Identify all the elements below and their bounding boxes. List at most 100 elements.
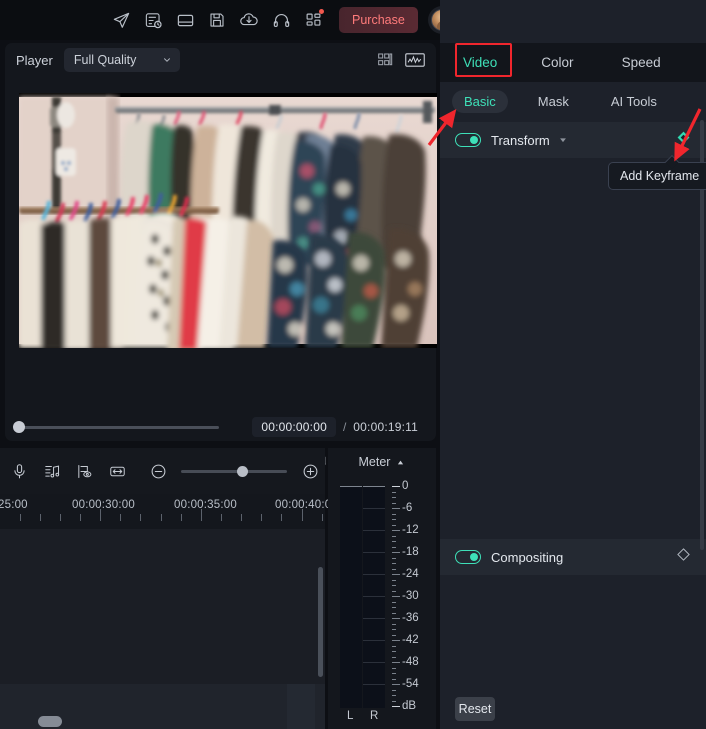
history-icon[interactable] [137, 4, 169, 36]
properties-panel: Video Color Speed Basic Mask AI Tools Tr… [440, 0, 706, 729]
current-timecode[interactable]: 00:00:00:00 [252, 417, 336, 437]
ruler-tick [120, 514, 121, 521]
send-icon[interactable] [105, 4, 137, 36]
ruler-tick [60, 514, 61, 521]
app-window: Purchase 4 Export [0, 0, 706, 729]
ruler-tick [140, 514, 141, 521]
playhead-slider[interactable] [13, 421, 219, 433]
transform-section-header: Transform [440, 122, 706, 158]
save-icon[interactable] [201, 4, 233, 36]
timeline-body: 25:00 00:00:30:00 00:00:35:00 00:00:40:0 [0, 494, 331, 729]
meter-scale-label: -6 [402, 502, 413, 514]
meter-bar-left [340, 486, 362, 708]
tab-speed[interactable]: Speed [622, 55, 661, 70]
add-keyframe-tooltip: Add Keyframe [608, 154, 706, 190]
apps-grid-icon[interactable] [297, 4, 329, 36]
ruler-tick [261, 514, 262, 521]
meter-scale-label: -18 [402, 546, 419, 558]
caret-up-icon[interactable] [396, 458, 405, 467]
subtab-basic[interactable]: Basic [452, 89, 508, 113]
compositing-keyframe-button[interactable] [676, 547, 691, 567]
headset-icon[interactable] [265, 4, 297, 36]
zoom-in-icon[interactable] [295, 456, 325, 486]
subtab-mask[interactable]: Mask [526, 90, 581, 113]
timeline-toolbar [0, 448, 325, 494]
compositing-title: Compositing [491, 549, 564, 565]
ruler-tick [161, 514, 162, 521]
reset-label: Reset [458, 702, 492, 716]
video-preview-stage[interactable] [19, 93, 437, 348]
meter-bar-right [363, 486, 385, 708]
layout-icon[interactable] [169, 4, 201, 36]
titlebar-icon-group [105, 4, 329, 36]
meter-scale-label: -54 [402, 678, 419, 690]
meter-scale-label: -48 [402, 656, 419, 668]
ruler-label: 00:00:30:00 [72, 499, 135, 511]
meter-header[interactable]: Meter [328, 448, 436, 476]
playhead-knob[interactable] [13, 421, 25, 433]
quality-select[interactable]: Full Quality [63, 48, 181, 72]
meter-scale-label: -42 [402, 634, 419, 646]
timeline-vertical-scrollbar[interactable] [318, 567, 323, 677]
zoom-out-icon[interactable] [143, 456, 173, 486]
purchase-label: Purchase [352, 13, 405, 27]
timecode-separator: / [342, 420, 347, 434]
timeline-zoom-slider[interactable] [181, 465, 287, 477]
tab-color[interactable]: Color [541, 55, 573, 70]
meter-scale-label: -12 [402, 524, 419, 536]
timeline-ruler[interactable]: 25:00 00:00:30:00 00:00:35:00 00:00:40:0 [0, 494, 331, 529]
transform-keyframe-button[interactable] [676, 130, 691, 150]
chevron-down-icon [164, 58, 171, 62]
player-header: Player Full Quality [5, 43, 436, 77]
grid-view-icon[interactable] [377, 52, 393, 68]
timeline-horizontal-scrollbar[interactable] [38, 716, 62, 727]
total-duration: 00:00:19:11 [353, 420, 418, 434]
main-tabs: Video Color Speed [440, 43, 706, 82]
ruler-label: 00:00:35:00 [174, 499, 237, 511]
chevron-down-icon[interactable] [558, 135, 568, 145]
scope-waveform-icon[interactable] [405, 51, 425, 69]
timeline-track-row[interactable] [0, 529, 325, 684]
compositing-toggle[interactable] [455, 550, 481, 564]
meter-scale-label: -36 [402, 612, 419, 624]
ruler-tick [40, 514, 41, 521]
ruler-tick [181, 514, 182, 521]
meter-scale-label: -30 [402, 590, 419, 602]
compositing-section-header: Compositing [440, 539, 706, 575]
meter-scale [392, 486, 400, 708]
meter-scale-label: -24 [402, 568, 419, 580]
ruler-tick-major [201, 509, 202, 521]
timeline-clip-segment[interactable] [287, 684, 315, 729]
ruler-tick [80, 514, 81, 521]
timeline-zoom-control [143, 456, 325, 486]
timeline-tracks[interactable] [0, 529, 325, 729]
purchase-button[interactable]: Purchase [339, 7, 418, 33]
ruler-label: 00:00:40:0 [275, 499, 332, 511]
meter-channel-label-left: L [347, 710, 354, 722]
ruler-tick-major [100, 509, 101, 521]
tooltip-text: Add Keyframe [620, 169, 700, 183]
timeline-zoom-knob[interactable] [237, 465, 248, 477]
audio-meter-panel: Meter 0 -6 -12 -18 -24 -30 -36 -42 -48 -… [328, 448, 436, 729]
transform-title: Transform [491, 132, 550, 148]
meter-unit-label: dB [402, 700, 417, 712]
transform-toggle[interactable] [455, 133, 481, 147]
sub-tabs: Basic Mask AI Tools [440, 84, 706, 118]
notification-dot [319, 9, 324, 14]
marker-visibility-icon[interactable] [72, 456, 99, 486]
record-voiceover-icon[interactable] [6, 456, 33, 486]
quality-value: Full Quality [73, 53, 137, 67]
meter-title-label: Meter [358, 455, 391, 469]
meter-channel-label-right: R [370, 710, 379, 722]
audio-mixer-icon[interactable] [39, 456, 66, 486]
tab-video[interactable]: Video [463, 55, 497, 70]
ruler-label: 25:00 [0, 499, 28, 511]
preview-image [19, 93, 437, 348]
player-header-tools [377, 51, 425, 69]
cloud-upload-icon[interactable] [233, 4, 265, 36]
ruler-tick [322, 514, 323, 521]
fit-timeline-icon[interactable] [104, 456, 131, 486]
subtab-aitools[interactable]: AI Tools [599, 90, 669, 113]
ruler-tick [221, 514, 222, 521]
reset-button[interactable]: Reset [455, 697, 495, 721]
